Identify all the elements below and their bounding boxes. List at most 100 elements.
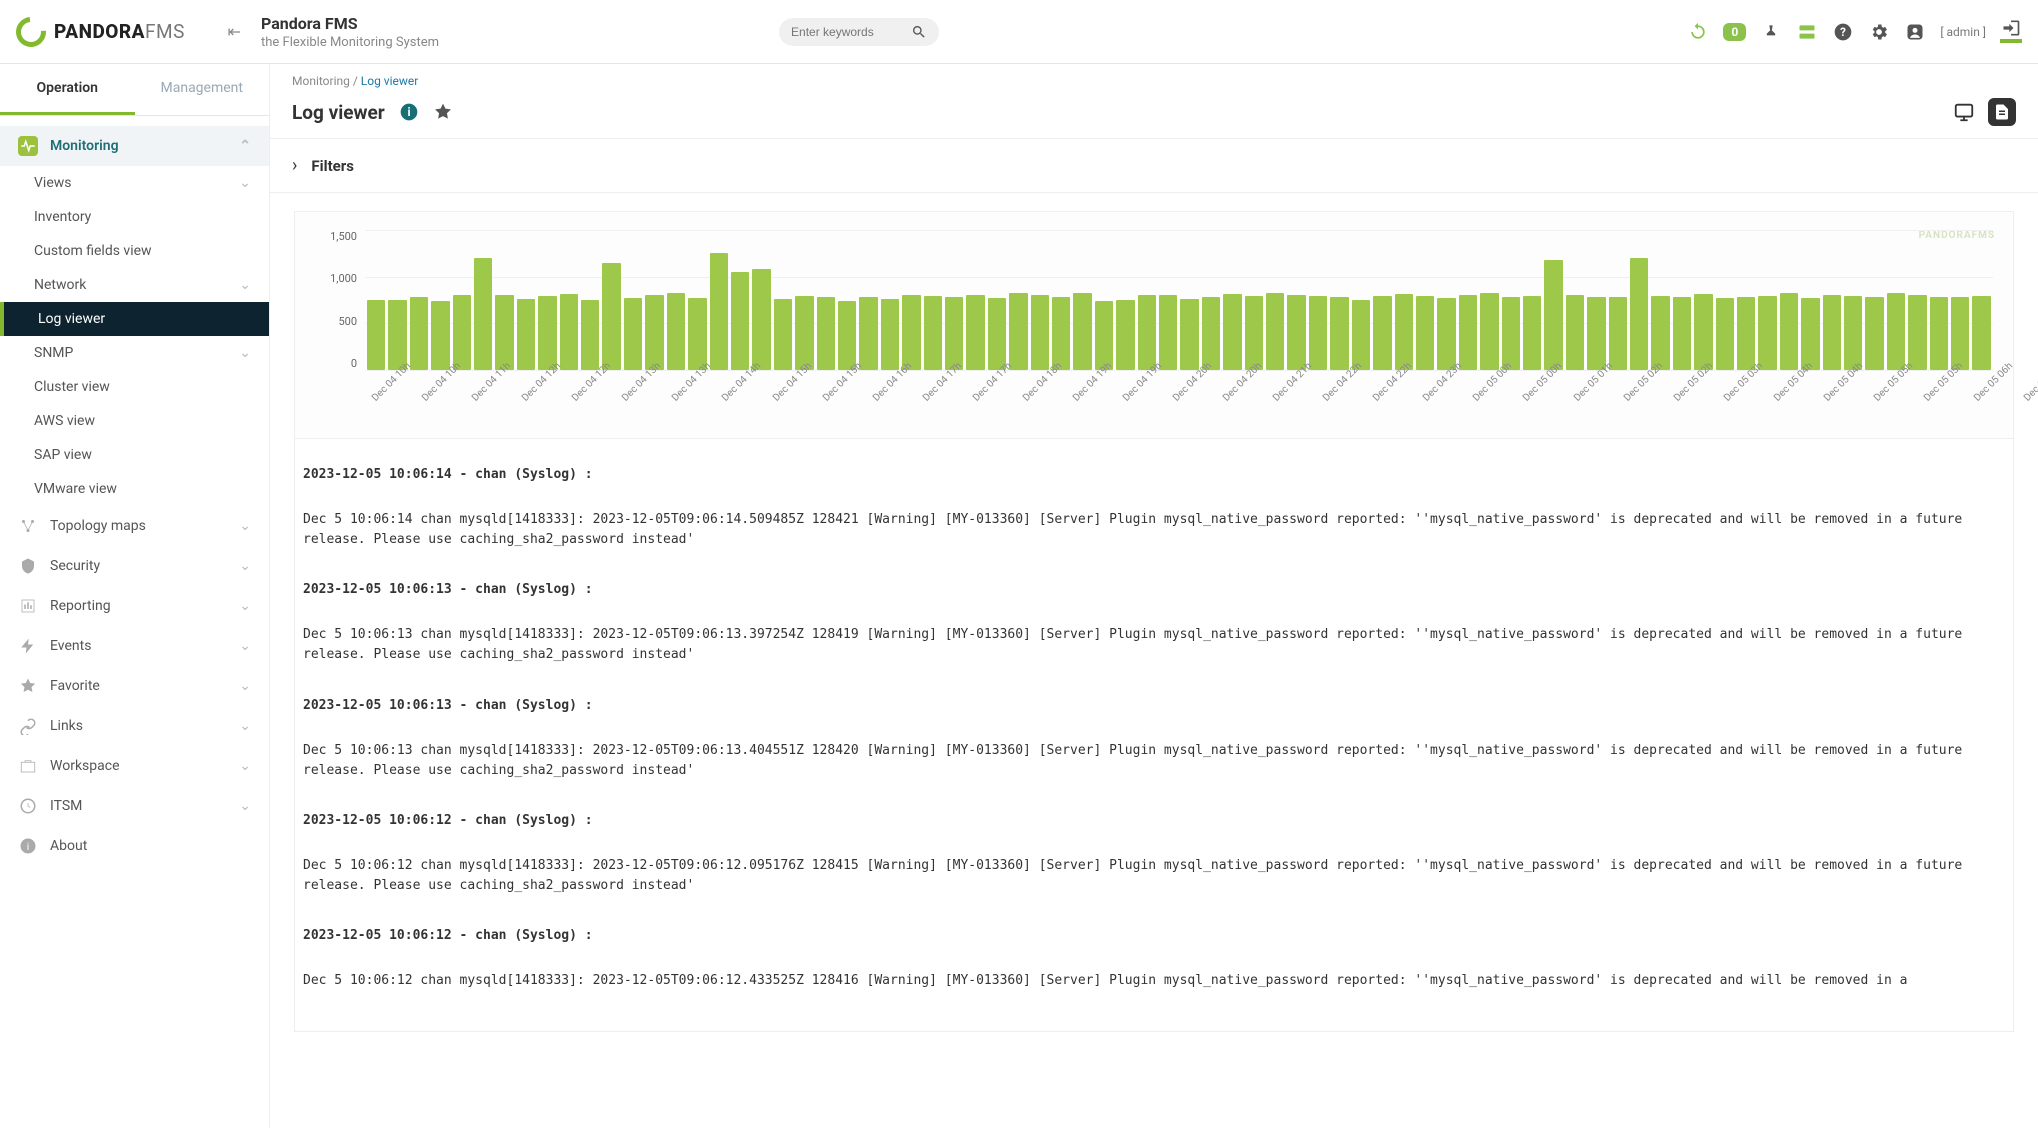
sidebar-item-vmware-view[interactable]: VMware view: [0, 472, 269, 506]
y-tick: 1,500: [330, 230, 357, 243]
log-entry-body: Dec 5 10:06:13 chan mysqld[1418333]: 202…: [303, 625, 2005, 665]
favorite-icon: [18, 676, 38, 696]
sidebar-item-snmp[interactable]: SNMP⌄: [0, 336, 269, 370]
log-entry-body: Dec 5 10:06:12 chan mysqld[1418333]: 202…: [303, 971, 2005, 991]
chart-bar: [431, 301, 449, 370]
breadcrumb: Monitoring / Log viewer: [270, 64, 2038, 98]
chart-bar: [1737, 297, 1755, 370]
sidebar-item-topology-maps[interactable]: Topology maps⌄: [0, 506, 269, 546]
search-input[interactable]: [791, 25, 911, 39]
chart-bar: [453, 295, 471, 370]
brand-block: Pandora FMS the Flexible Monitoring Syst…: [261, 14, 439, 50]
logout-icon[interactable]: [2000, 21, 2022, 43]
sidebar-item-reporting[interactable]: Reporting⌄: [0, 586, 269, 626]
log-entry: 2023-12-05 10:06:13 - chan (Syslog) : Dec…: [301, 688, 2007, 803]
collapse-sidebar-icon[interactable]: ⇤: [228, 22, 241, 41]
user-icon[interactable]: [1904, 21, 1926, 43]
sidebar-item-cluster-view[interactable]: Cluster view: [0, 370, 269, 404]
chart-bar: [1095, 301, 1113, 370]
app-header: PANDORAFMS ⇤ Pandora FMS the Flexible Mo…: [0, 0, 2038, 64]
gear-icon[interactable]: [1868, 21, 1890, 43]
sidebar-item-security[interactable]: Security⌄: [0, 546, 269, 586]
chart-bar: [1373, 296, 1391, 370]
display-mode-icon[interactable]: [1950, 98, 1978, 126]
chevron-down-icon: ⌄: [239, 758, 251, 774]
export-icon[interactable]: [1988, 98, 2016, 126]
chart-bar: [624, 298, 642, 370]
log-entry-header: 2023-12-05 10:06:12 - chan (Syslog) :: [303, 813, 2005, 828]
chart-bar: [1330, 297, 1348, 370]
chart-bar: [1416, 296, 1434, 370]
logo-block: PANDORAFMS ⇤: [16, 17, 241, 47]
chart-bar: [1480, 293, 1498, 370]
breadcrumb-root[interactable]: Monitoring: [292, 74, 350, 88]
chart-bar: [602, 263, 620, 370]
svg-text:?: ?: [1840, 25, 1846, 39]
chevron-down-icon: ⌄: [239, 598, 251, 614]
sidebar-item-sap-view[interactable]: SAP view: [0, 438, 269, 472]
bar-chart: 1,5001,0005000: [365, 230, 1993, 370]
chevron-down-icon: ⌄: [239, 638, 251, 654]
filters-bar[interactable]: › Filters: [270, 139, 2038, 193]
alert-count-badge[interactable]: 0: [1723, 23, 1746, 41]
sidebar-item-aws-view[interactable]: AWS view: [0, 404, 269, 438]
chart-bar: [1758, 296, 1776, 370]
sidebar-item-events[interactable]: Events⌄: [0, 626, 269, 666]
chart-bar: [1972, 296, 1990, 370]
chart-bar: [1116, 300, 1134, 370]
sidebar-item-itsm[interactable]: ITSM⌄: [0, 786, 269, 826]
tab-management[interactable]: Management: [135, 64, 270, 115]
tab-operation[interactable]: Operation: [0, 64, 135, 115]
svg-text:i: i: [27, 840, 30, 853]
chart-bar: [1245, 296, 1263, 370]
chart-bar: [1459, 295, 1477, 370]
chart-bar: [1523, 296, 1541, 370]
breadcrumb-current[interactable]: Log viewer: [361, 74, 419, 88]
sidebar-item-log-viewer[interactable]: Log viewer: [0, 302, 269, 336]
header-actions: 0 ? [ admin ]: [1687, 21, 2022, 43]
chart-bar: [1544, 260, 1562, 370]
log-entry-header: 2023-12-05 10:06:13 - chan (Syslog) :: [303, 698, 2005, 713]
chart-bar: [881, 299, 899, 370]
star-icon[interactable]: [433, 102, 453, 122]
sidebar-item-about[interactable]: iAbout: [0, 826, 269, 866]
brand-title: Pandora FMS: [261, 14, 439, 33]
server-status-icon[interactable]: [1796, 21, 1818, 43]
itsm-icon: [18, 796, 38, 816]
sidebar-item-network[interactable]: Network⌄: [0, 268, 269, 302]
help-icon[interactable]: ?: [1832, 21, 1854, 43]
log-entry-body: Dec 5 10:06:13 chan mysqld[1418333]: 202…: [303, 741, 2005, 781]
refresh-icon[interactable]: [1687, 21, 1709, 43]
chart-bar: [581, 300, 599, 370]
log-entry: 2023-12-05 10:06:14 - chan (Syslog) :Dec…: [301, 457, 2007, 572]
sidebar-item-views[interactable]: Views⌄: [0, 166, 269, 200]
chart-bar: [667, 293, 685, 370]
chart-bar: [1716, 298, 1734, 370]
chart-bar: [1887, 293, 1905, 370]
log-entry-header: 2023-12-05 10:06:13 - chan (Syslog) :: [303, 582, 2005, 597]
info-icon[interactable]: i: [399, 102, 419, 122]
y-tick: 1,000: [330, 272, 357, 285]
chart-bar: [1223, 294, 1241, 370]
sidebar-item-workspace[interactable]: Workspace⌄: [0, 746, 269, 786]
chevron-down-icon: ⌄: [239, 518, 251, 534]
chart-bar: [988, 298, 1006, 370]
chart-bar: [1844, 296, 1862, 370]
user-label[interactable]: [ admin ]: [1940, 25, 1986, 39]
sidebar-item-favorite[interactable]: Favorite⌄: [0, 666, 269, 706]
sidebar-item-custom-fields-view[interactable]: Custom fields view: [0, 234, 269, 268]
y-tick: 0: [351, 357, 357, 370]
chart-bar: [1951, 297, 1969, 370]
search-icon[interactable]: [911, 23, 927, 41]
events-icon: [18, 636, 38, 656]
chart-bar: [1865, 297, 1883, 370]
sidebar: Operation Management Monitoring ⌃ Views⌄…: [0, 64, 270, 1128]
sidebar-item-monitoring[interactable]: Monitoring ⌃: [0, 126, 269, 166]
chart-bar: [1309, 296, 1327, 370]
search-box[interactable]: [779, 18, 939, 46]
pin-icon[interactable]: [1760, 21, 1782, 43]
monitoring-icon: [18, 136, 38, 156]
log-list: 2023-12-05 10:06:14 - chan (Syslog) :Dec…: [294, 439, 2014, 1032]
sidebar-item-links[interactable]: Links⌄: [0, 706, 269, 746]
sidebar-item-inventory[interactable]: Inventory: [0, 200, 269, 234]
